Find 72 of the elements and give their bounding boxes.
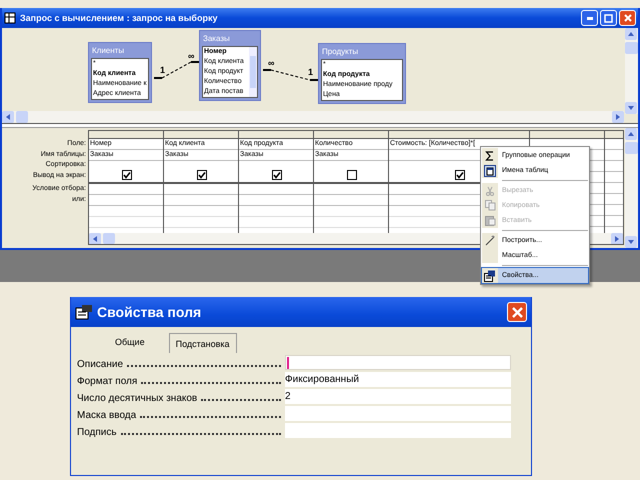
relationship-line [263,69,318,81]
column-selector[interactable] [389,131,529,139]
scroll-down-button[interactable] [625,236,637,248]
relationship-line [154,61,199,79]
properties-icon [75,304,93,320]
triangle-icon [627,30,635,38]
table-icon [484,164,496,176]
tab[interactable]: Подстановка [168,333,237,353]
property-label: Маска ввода [77,410,136,421]
property-label: Формат поля [77,376,138,387]
column-selector[interactable] [89,131,163,139]
property-label: Описание [77,359,124,370]
relation-end-label: 1 [308,67,314,77]
scroll-thumb[interactable] [250,56,256,88]
horizontal-scrollbar[interactable] [2,111,624,123]
relation-end-label: 1 [160,65,166,75]
triangle-icon [4,113,12,121]
scroll-thumb[interactable] [625,42,638,54]
show-checkbox[interactable] [196,170,206,180]
query-icon [4,12,16,24]
show-checkbox[interactable] [122,170,132,180]
maximize-icon [604,14,613,22]
property-field[interactable] [285,423,511,438]
relation-end-label: ∞ [268,58,274,68]
scissors-icon [485,186,495,196]
show-checkbox[interactable] [272,170,282,180]
table-title: Продукты [321,46,360,58]
wand-icon [484,235,496,246]
column-selector[interactable] [530,131,604,139]
close-button[interactable] [619,10,636,26]
triangle-icon [91,235,99,243]
property-label: Подпись [77,427,117,438]
table-title: Заказы [202,33,231,45]
scroll-left-button[interactable] [2,111,14,123]
scroll-up-button[interactable] [625,128,637,140]
close-icon [512,306,522,318]
close-icon [624,14,632,22]
minimize-icon [586,16,592,20]
scroll-right-button[interactable] [611,233,623,244]
show-checkbox[interactable] [346,170,356,180]
scroll-thumb[interactable] [103,233,115,244]
column-selector[interactable] [314,131,388,139]
table-title: Клиенты [91,45,126,57]
triangle-icon [627,130,635,138]
sigma-icon [485,150,495,160]
paste-icon [484,215,496,226]
properties-icon [484,270,496,282]
property-field[interactable]: 2 [285,389,511,404]
copy-icon [484,200,496,211]
grid-vertical-scrollbar[interactable] [625,128,638,248]
scroll-thumb[interactable] [625,142,638,154]
scroll-thumb[interactable] [16,111,28,123]
close-button[interactable] [507,302,527,322]
scroll-left-button[interactable] [89,233,101,244]
column-selector[interactable] [239,131,313,139]
minimize-button[interactable] [581,10,598,26]
show-checkbox[interactable] [454,170,464,180]
scroll-up-button[interactable] [625,28,637,40]
property-field[interactable] [285,355,511,370]
property-field[interactable]: Фиксированный [285,372,511,387]
dialog-title: Свойства поля [97,304,202,320]
maximize-button[interactable] [600,10,617,26]
property-field[interactable] [285,406,511,421]
scroll-right-button[interactable] [612,111,624,123]
scroll-down-button[interactable] [625,102,637,114]
relation-end-label: ∞ [188,51,194,61]
column-selector[interactable] [164,131,238,139]
window-title: Запрос с вычислением : запрос на выборку [20,13,218,23]
property-label: Число десятичных знаков [77,393,198,404]
column-selector[interactable] [605,131,623,139]
scrollbar[interactable] [249,47,257,97]
vertical-scrollbar[interactable] [625,28,638,114]
